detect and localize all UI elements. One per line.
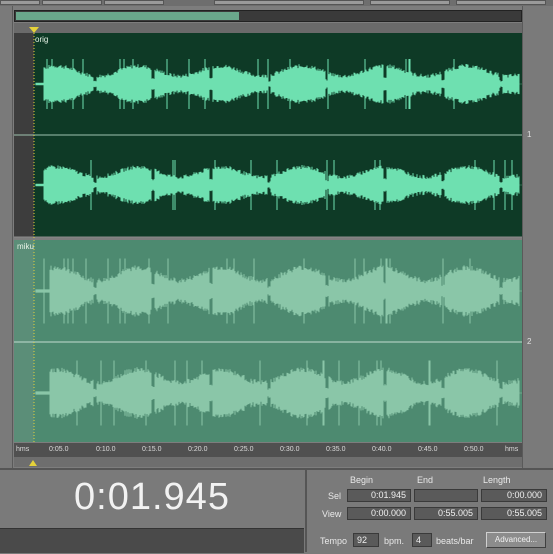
ruler-tick-label: 0:05.0: [49, 446, 69, 453]
ruler-tick-label: 0:40.0: [372, 446, 392, 453]
ruler-tick-label: hms: [16, 446, 30, 453]
track-number-2: 2: [527, 337, 532, 346]
tempo-field[interactable]: 92: [353, 533, 379, 547]
ruler-tick-label: 0:30.0: [280, 446, 300, 453]
waveform-miku-right: [35, 360, 520, 426]
status-divider: [305, 470, 307, 552]
sel-end-field[interactable]: [414, 489, 478, 502]
time-ruler[interactable]: [14, 443, 522, 457]
ruler-tick-label: 0:50.0: [464, 446, 484, 453]
view-length-field[interactable]: 0:55.005: [481, 507, 547, 520]
beats-per-bar-label: beats/bar: [436, 536, 474, 546]
advanced-button[interactable]: Advanced...: [486, 532, 546, 548]
tempo-label: Tempo: [320, 536, 348, 546]
ruler-tick-label: 0:20.0: [188, 446, 208, 453]
waveform-miku-left: [35, 258, 520, 324]
bottom-left-panel: [0, 528, 304, 553]
bpm-label: bpm.: [384, 536, 405, 546]
view-end-field[interactable]: 0:55.005: [414, 507, 478, 520]
horizontal-scrollbar[interactable]: [14, 457, 522, 467]
end-header: End: [417, 475, 434, 485]
view-begin-field[interactable]: 0:00.000: [347, 507, 411, 520]
begin-header: Begin: [350, 475, 374, 485]
waveform-orig-left: [35, 59, 520, 109]
track-name-orig: orig: [35, 35, 49, 44]
beats-field[interactable]: 4: [412, 533, 432, 547]
track-number-1: 1: [527, 130, 532, 139]
sel-length-field[interactable]: 0:00.000: [481, 489, 547, 502]
ruler-tick-label: hms: [505, 446, 519, 453]
ruler-tick-label: 0:15.0: [142, 446, 162, 453]
ruler-tick-label: 0:45.0: [418, 446, 438, 453]
playhead-marker-bottom[interactable]: [29, 460, 37, 466]
ruler-tick-label: 0:10.0: [96, 446, 116, 453]
sel-row-label: Sel: [328, 491, 342, 501]
track-name-miku: miku: [17, 242, 34, 251]
length-header: Length: [483, 475, 511, 485]
current-time-display: 0:01.945: [74, 476, 230, 518]
view-row-label: View: [322, 509, 342, 519]
ruler-tick-label: 0:25.0: [234, 446, 254, 453]
sel-begin-field[interactable]: 0:01.945: [347, 489, 411, 502]
ruler-tick-label: 0:35.0: [326, 446, 346, 453]
waveform-orig-right: [35, 160, 520, 210]
